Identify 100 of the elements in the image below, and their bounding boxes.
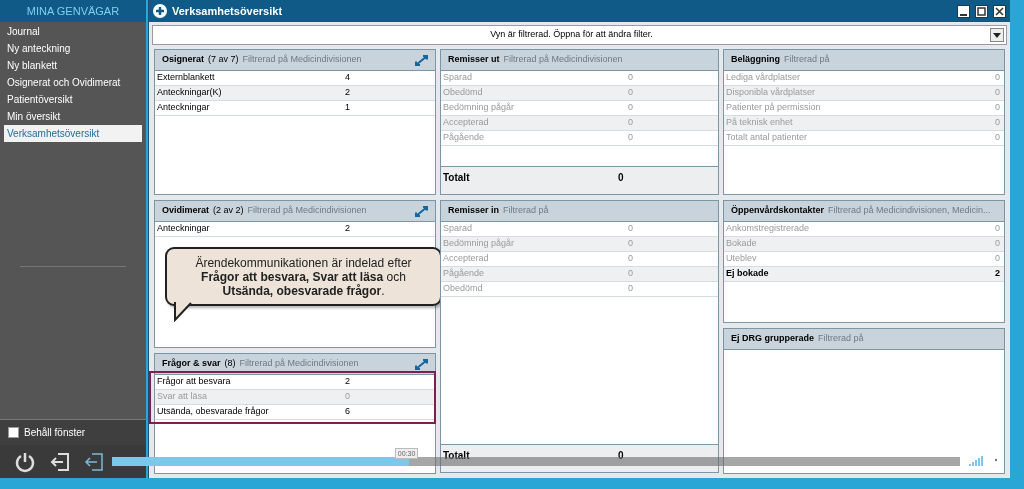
panel-filter: Filtrerad på Medicindivisionen [503, 53, 624, 67]
row-value: 0 [628, 222, 634, 236]
row-value: 2 [994, 267, 1001, 281]
row-label: Anteckningar [156, 101, 211, 115]
row-label: Accepterad [442, 252, 490, 266]
panel-filter: Filtrerad på Medicindivisionen [239, 357, 360, 371]
row-value: 2 [345, 86, 351, 100]
row-label: Utsända, obesvarade frågor [156, 405, 270, 419]
row-label: Accepterad [442, 116, 490, 130]
row-value: 0 [628, 267, 634, 281]
sidebar-item[interactable]: Patientöversikt [4, 91, 142, 108]
row-value: 0 [628, 282, 634, 296]
row-value: 2 [345, 222, 351, 236]
row-value: 0 [628, 86, 634, 100]
row-value: 0 [994, 237, 1001, 251]
panel-title: Ej DRG grupperade [731, 332, 814, 346]
window-title: Verksamhetsöversikt [172, 3, 284, 19]
row-label: Ankomstregistrerade [725, 222, 811, 236]
exit-arrow-icon[interactable] [50, 452, 70, 471]
total-label: Totalt [442, 449, 471, 463]
row-value: 0 [994, 252, 1001, 266]
panel-filter: Filtrerad på Medicindivisionen [247, 204, 368, 218]
row-label: Bedömning pågår [442, 101, 516, 115]
row-value: 0 [994, 86, 1001, 100]
restore-icon[interactable] [975, 4, 988, 18]
sidebar-item[interactable]: Ny anteckning [4, 40, 142, 57]
panel-filter: Filtrerad på Medicindivisionen, Medicin... [828, 204, 992, 218]
sidebar-item[interactable]: Journal [4, 23, 142, 40]
row-label: Anteckningar(K) [156, 86, 223, 100]
row-value: 4 [345, 71, 351, 85]
row-label: Anteckningar [156, 222, 211, 236]
close-icon[interactable] [993, 4, 1006, 18]
row-label: Svar att läsa [156, 390, 209, 404]
panel-title: Ovidimerat [162, 204, 210, 218]
row-value: 6 [345, 405, 351, 419]
sidebar-item[interactable]: Osignerat och Ovidimerat [4, 74, 142, 91]
row-label: På teknisk enhet [725, 116, 794, 130]
filter-bar[interactable]: Vyn är filtrerad. Öppna för att ändra filter. [152, 25, 1007, 45]
row-value: 0 [628, 116, 634, 130]
expand-icon[interactable] [415, 54, 428, 66]
row-label: Externblankett [156, 71, 216, 85]
row-label: Pågående [442, 267, 486, 281]
plus-icon [153, 4, 167, 18]
row-label: Sparad [442, 222, 474, 236]
sidebar-item[interactable]: Verksamhetsöversikt [4, 125, 142, 142]
row-label: Bedömning pågår [442, 237, 516, 251]
panel-filter: Filtrerad på Medicindivisionen [242, 53, 363, 67]
total-value: 0 [618, 449, 625, 463]
panel-count: (2 av 2) [213, 204, 244, 218]
row-value: 0 [994, 131, 1001, 145]
row-value: 0 [994, 101, 1001, 115]
row-label: Pågående [442, 131, 486, 145]
panel-filter: Filtrerad på [784, 53, 831, 67]
row-value: 0 [628, 101, 634, 115]
callout-tail [171, 302, 195, 322]
total-label: Totalt [442, 171, 471, 185]
panel-title: Remisser in [448, 204, 500, 218]
video-progress-track[interactable] [112, 457, 960, 466]
row-value: 0 [994, 116, 1001, 130]
row-value: 2 [345, 375, 351, 389]
row-label: Obedömd [442, 86, 484, 100]
callout-bubble: Ärendekommunikationen är indelad efter Frågor att besvara, Svar att läsa och Utsända, obesvarade frågor. [165, 247, 442, 306]
row-value: 1 [345, 101, 351, 115]
row-label: Patienter på permission [725, 101, 822, 115]
panel-title: Frågor & svar [162, 357, 221, 371]
checkbox-label: Behåll fönster [24, 426, 86, 440]
panel-count: (8) [224, 357, 236, 371]
row-label: Obedömd [442, 282, 484, 296]
row-label: Sparad [442, 71, 474, 85]
exit-arrow-icon[interactable] [84, 452, 104, 471]
row-value: 0 [628, 71, 634, 85]
panel-title: Remisser ut [448, 53, 500, 67]
row-label: Lediga vårdplatser [725, 71, 802, 85]
sidebar-title: MINA GENVÄGAR [0, 0, 146, 22]
panel-title: Beläggning [731, 53, 780, 67]
row-value: 0 [345, 390, 351, 404]
row-value: 0 [994, 71, 1001, 85]
total-value: 0 [618, 171, 625, 185]
row-label: Totalt antal patienter [725, 131, 809, 145]
panel-filter: Filtrerad på [503, 204, 550, 218]
row-value: 0 [628, 237, 634, 251]
sidebar-item[interactable]: Ny blankett [4, 57, 142, 74]
row-value: 0 [628, 252, 634, 266]
filter-text: Vyn är filtrerad. Öppna för att ändra filter. [489, 28, 654, 42]
expand-icon[interactable] [415, 205, 428, 217]
minimize-icon[interactable] [957, 4, 970, 18]
row-label: Uteblev [725, 252, 758, 266]
row-label: Frågor att besvara [156, 375, 232, 389]
row-label: Disponibla vårdplatser [725, 86, 817, 100]
expand-icon[interactable] [415, 358, 428, 370]
row-value: 0 [994, 222, 1001, 236]
dropdown-icon[interactable] [990, 28, 1004, 42]
panel-title: Osignerat [162, 53, 204, 67]
panel-filter: Filtrerad på [818, 332, 865, 346]
row-label: Ej bokade [725, 267, 770, 281]
sidebar-item[interactable]: Min översikt [4, 108, 142, 125]
row-value: 0 [628, 131, 634, 145]
power-icon[interactable] [14, 450, 36, 473]
panel-title: Öppenvårdskontakter [731, 204, 825, 218]
checkbox[interactable] [8, 427, 19, 438]
